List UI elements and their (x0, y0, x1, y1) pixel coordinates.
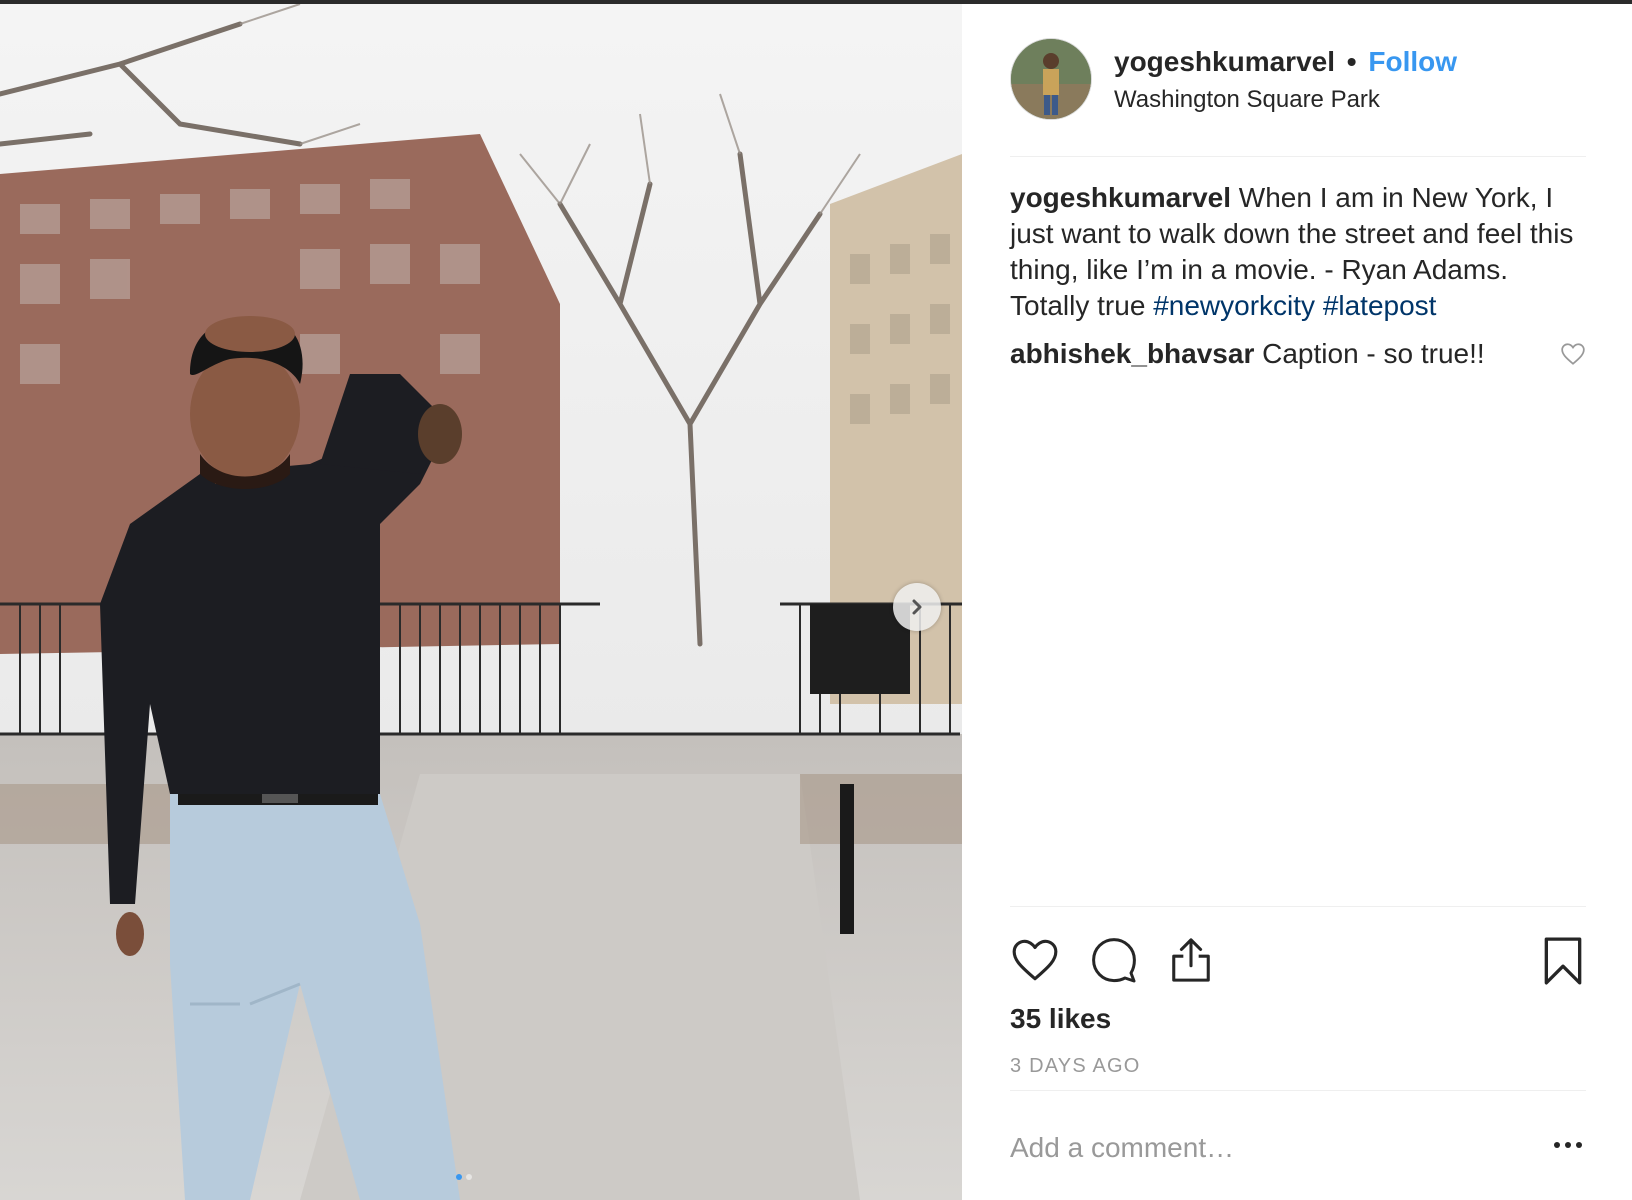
post-caption: yogeshkumarvel When I am in New York, I … (1010, 180, 1580, 324)
post-username[interactable]: yogeshkumarvel • Follow (1114, 46, 1457, 78)
comment-bubble-icon (1092, 938, 1136, 983)
avatar[interactable] (1010, 38, 1092, 120)
comment-like-button[interactable] (1560, 342, 1586, 371)
actions-divider (1010, 906, 1586, 907)
more-dot-icon (1565, 1142, 1571, 1148)
bookmark-icon (1544, 937, 1582, 985)
carousel-next-button[interactable] (893, 583, 941, 631)
hashtag-link[interactable]: #newyorkcity (1153, 290, 1315, 321)
photo-illustration (0, 4, 962, 1200)
more-dot-icon (1554, 1142, 1560, 1148)
save-button[interactable] (1542, 936, 1584, 991)
post-actions (1010, 936, 1586, 988)
follow-button[interactable]: Follow (1368, 46, 1457, 77)
comment-button[interactable] (1090, 936, 1138, 989)
separator-dot: • (1346, 46, 1357, 77)
post-location[interactable]: Washington Square Park (1114, 86, 1380, 114)
comment-item: abhishek_bhavsar Caption - so true!! (1010, 336, 1586, 372)
post-username-text[interactable]: yogeshkumarvel (1114, 46, 1335, 77)
hashtag-link[interactable]: #latepost (1323, 290, 1437, 321)
post-photo[interactable] (0, 4, 962, 1200)
like-button[interactable] (1010, 936, 1060, 989)
post-side-panel: yogeshkumarvel • Follow Washington Squar… (1010, 0, 1586, 1200)
more-dot-icon (1576, 1142, 1582, 1148)
post-header: yogeshkumarvel • Follow Washington Squar… (1010, 38, 1586, 120)
comment-box-divider (1010, 1090, 1586, 1091)
header-divider (1010, 156, 1586, 157)
chevron-right-icon (912, 599, 922, 615)
comment-username[interactable]: abhishek_bhavsar (1010, 338, 1254, 369)
post-timestamp[interactable]: 3 DAYS AGO (1010, 1055, 1141, 1078)
share-icon (1172, 938, 1210, 982)
caption-username[interactable]: yogeshkumarvel (1010, 182, 1231, 213)
carousel-dot-active (456, 1174, 462, 1180)
heart-icon (1012, 939, 1058, 981)
comment-text: Caption - so true!! (1262, 338, 1485, 369)
heart-outline-icon (1561, 343, 1585, 365)
avatar-image (1011, 39, 1091, 119)
carousel-indicator (456, 1174, 472, 1180)
carousel-dot (466, 1174, 472, 1180)
more-options-button[interactable] (1554, 1142, 1582, 1148)
likes-count[interactable]: 35 likes (1010, 1003, 1111, 1035)
share-button[interactable] (1168, 936, 1214, 989)
add-comment-input[interactable] (1010, 1128, 1510, 1168)
